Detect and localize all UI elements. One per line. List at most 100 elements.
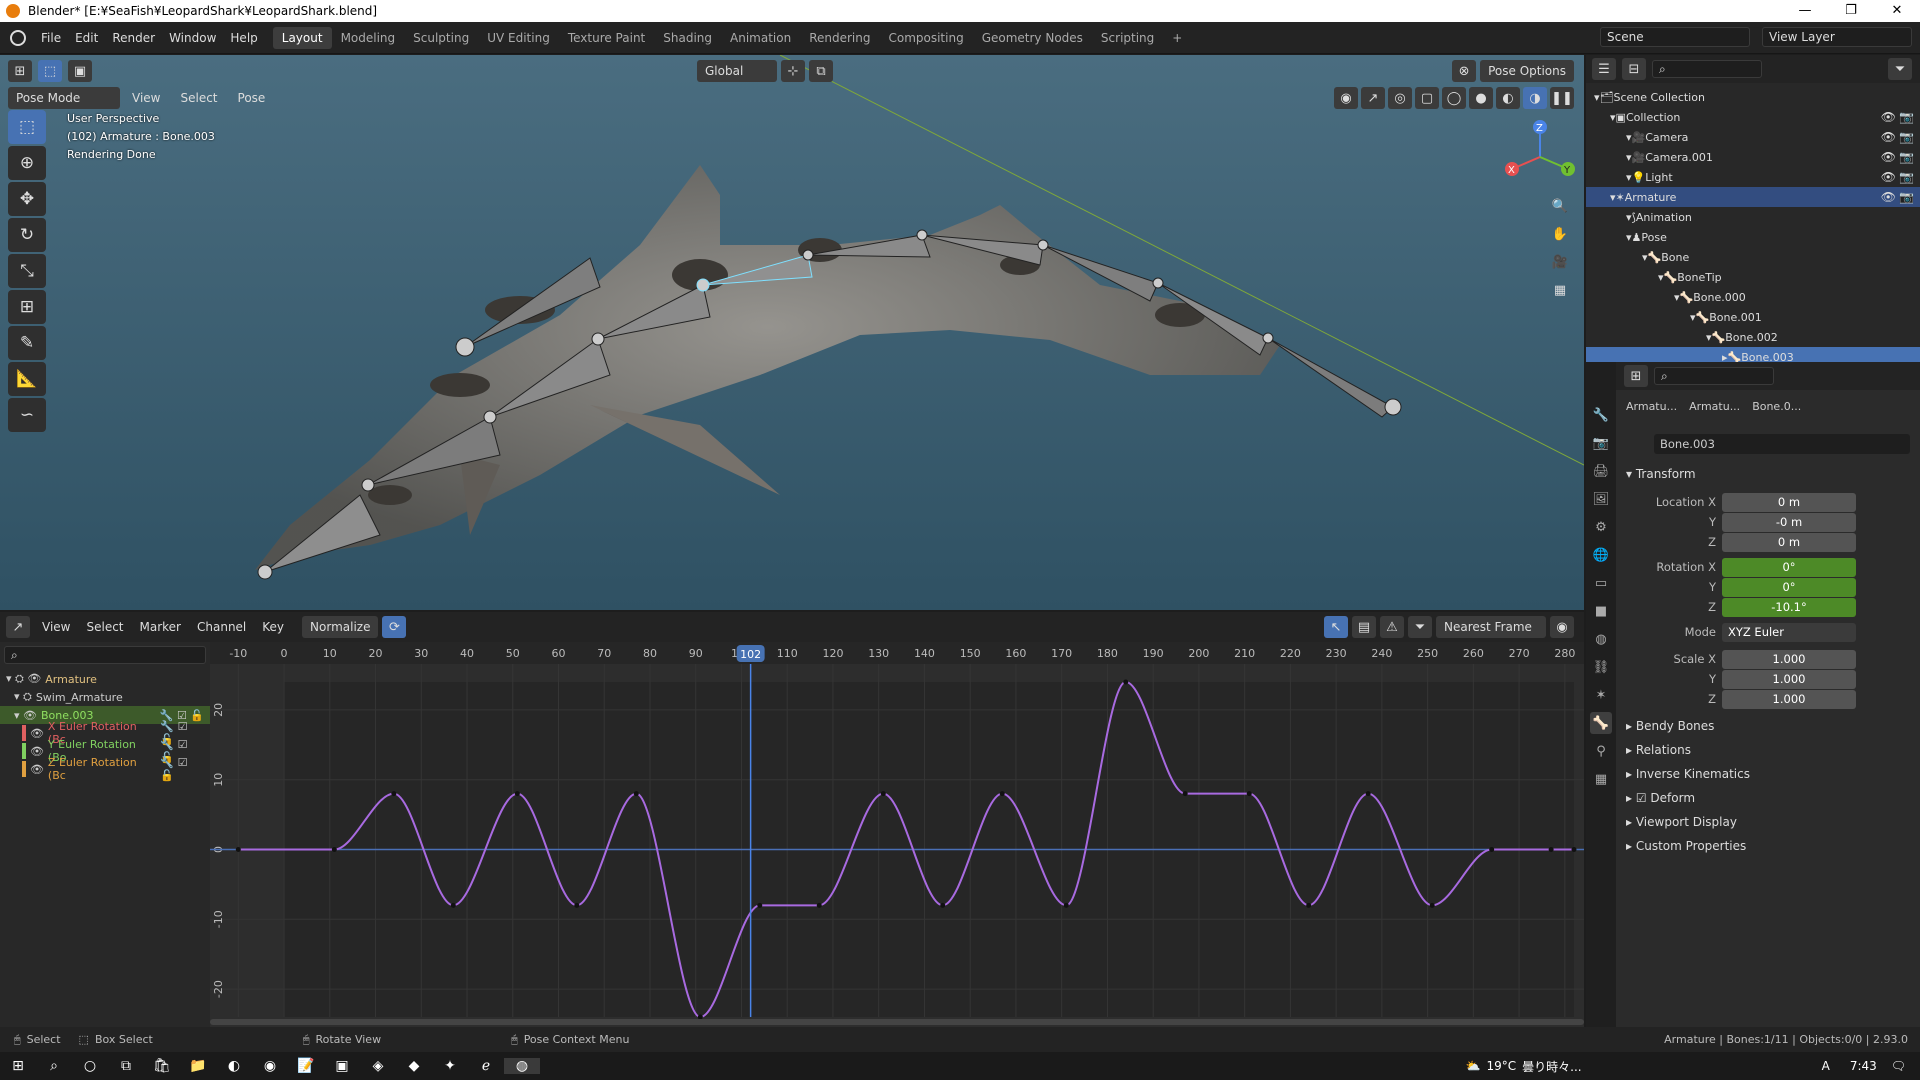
outliner-row-camera-001[interactable]: ▾ 🎥 Camera.001 👁 📷 [1586, 147, 1920, 167]
pause-icon[interactable]: ❚❚ [1550, 87, 1574, 109]
channel-toggle-icon[interactable]: 👁 [30, 727, 44, 740]
channel-row[interactable]: ▾ ⛭ Swim_Armature [0, 688, 210, 706]
visibility-eye-icon[interactable]: 👁 [1881, 190, 1896, 204]
graph-menu-channel[interactable]: Channel [189, 616, 254, 638]
solid-shading-icon[interactable]: ● [1469, 87, 1493, 109]
viewport-menu-view[interactable]: View [124, 87, 168, 109]
proportional-edit-icon[interactable]: ◉ [1550, 616, 1574, 638]
visibility-eye-icon[interactable]: 👁 [1881, 150, 1896, 164]
overlay-icon[interactable]: ◎ [1388, 87, 1412, 109]
3d-viewport[interactable]: ⊞ ⬚ ▣ Pose Mode View Select Pose Global … [0, 55, 1584, 610]
edge-icon[interactable]: ◐ [216, 1058, 252, 1074]
scene-tab-icon[interactable]: ⚙ [1590, 516, 1612, 538]
filter-icon[interactable]: ⏷ [1408, 616, 1432, 638]
file-explorer-icon[interactable]: 📁 [180, 1058, 216, 1074]
render-camera-icon[interactable]: 📷 [1899, 150, 1914, 164]
render-camera-icon[interactable]: 📷 [1899, 170, 1914, 184]
output-tab-icon[interactable]: 🖨 [1590, 460, 1612, 482]
rotation-mode-selector[interactable]: XYZ Euler [1722, 622, 1856, 642]
camera-view-icon[interactable]: 🎥 [1548, 251, 1572, 273]
outliner-row-bonetip[interactable]: ▾ 🦴 BoneTip [1586, 267, 1920, 287]
normalize-toggle[interactable]: Normalize [302, 616, 379, 638]
workspace-tab-shading[interactable]: Shading [654, 27, 721, 49]
scene-selector[interactable]: Scene [1600, 27, 1750, 47]
chrome-icon[interactable]: ◉ [252, 1058, 288, 1074]
outliner-row-collection[interactable]: ▾ ▣ Collection 👁 📷 [1586, 107, 1920, 127]
bone-tab-icon[interactable]: 🦴 [1590, 712, 1612, 734]
render-camera-icon[interactable]: 📷 [1899, 130, 1914, 144]
workspace-tab-modeling[interactable]: Modeling [332, 27, 405, 49]
visibility-eye-icon[interactable]: 👁 [1881, 170, 1896, 184]
scale-y-field[interactable]: 1.000 [1722, 669, 1856, 689]
rotation-y-field[interactable]: 0° [1722, 577, 1856, 597]
graph-menu-key[interactable]: Key [254, 616, 292, 638]
tool-tab-icon[interactable]: 🔧 [1590, 404, 1612, 426]
graph-menu-select[interactable]: Select [78, 616, 131, 638]
viewport-scene[interactable] [0, 55, 1584, 610]
panel-deform[interactable]: ▸ ☑ Deform [1626, 791, 1695, 805]
panel-bendy-bones[interactable]: ▸ Bendy Bones [1626, 719, 1714, 733]
transform-panel-header[interactable]: ▾ Transform [1626, 467, 1696, 481]
outliner-row-animation[interactable]: ▾ ⟆ Animation [1586, 207, 1920, 227]
view-layer-selector[interactable]: View Layer [1762, 27, 1912, 47]
graph-menu-marker[interactable]: Marker [132, 616, 189, 638]
rotation-z-field[interactable]: -10.1° [1722, 597, 1856, 617]
snap-mode-selector[interactable]: Nearest Frame [1436, 616, 1546, 638]
relax-tool-icon[interactable]: ∽ [8, 398, 46, 432]
location-y-field[interactable]: -0 m [1722, 512, 1856, 532]
store-icon[interactable]: 🛍 [144, 1058, 180, 1074]
transform-tool-icon[interactable]: ⊞ [8, 290, 46, 324]
outliner-row-bone[interactable]: ▾ 🦴 Bone [1586, 247, 1920, 267]
workspace-tab-geometry-nodes[interactable]: Geometry Nodes [973, 27, 1092, 49]
bone-constraint-tab-icon[interactable]: ⚲ [1590, 740, 1612, 762]
menu-help[interactable]: Help [223, 31, 264, 45]
panel-custom-properties[interactable]: ▸ Custom Properties [1626, 839, 1746, 853]
close-button[interactable]: ✕ [1874, 0, 1920, 22]
zoom-icon[interactable]: 🔍 [1548, 195, 1572, 217]
ime-indicator[interactable]: A [1822, 1059, 1830, 1073]
pose-options-button[interactable]: Pose Options [1480, 60, 1574, 82]
wireframe-shading-icon[interactable]: ◯ [1442, 87, 1466, 109]
outliner-row-bone-000[interactable]: ▾ 🦴 Bone.000 [1586, 287, 1920, 307]
bone-name-field[interactable]: Bone.003 [1654, 434, 1910, 454]
render-tab-icon[interactable]: 📷 [1590, 432, 1612, 454]
workspace-tab-layout[interactable]: Layout [272, 26, 332, 49]
measure-tool-icon[interactable]: 📐 [8, 362, 46, 396]
render-camera-icon[interactable]: 📷 [1899, 110, 1914, 124]
pan-hand-icon[interactable]: ✋ [1548, 223, 1572, 245]
show-hidden-icon[interactable]: ▤ [1352, 616, 1376, 638]
outliner-row-bone-001[interactable]: ▾ 🦴 Bone.001 [1586, 307, 1920, 327]
workspace-tab-rendering[interactable]: Rendering [800, 27, 879, 49]
unity-icon[interactable]: ◈ [360, 1058, 396, 1074]
channel-search-input[interactable]: ⌕ [4, 646, 206, 664]
visual-studio-icon[interactable]: ◆ [396, 1058, 432, 1074]
channel-toggle-icon[interactable]: ▾ 👁 [14, 709, 37, 722]
location-z-field[interactable]: 0 m [1722, 532, 1856, 552]
search-icon[interactable]: ⌕ [36, 1058, 72, 1074]
visibility-icon[interactable]: ◉ [1334, 87, 1358, 109]
weather-icon[interactable]: ⛅ [1466, 1059, 1481, 1073]
snap-icon[interactable]: ⧉ [809, 60, 833, 82]
workspace-tab-sculpting[interactable]: Sculpting [404, 27, 478, 49]
rendered-shading-icon[interactable]: ◑ [1523, 87, 1547, 109]
xray-icon[interactable]: ▢ [1415, 87, 1439, 109]
collection-tab-icon[interactable]: ▭ [1590, 572, 1612, 594]
ie-icon[interactable]: ℯ [468, 1058, 504, 1074]
graph-curve-area[interactable]: -100102030405060708090100110120130140150… [210, 642, 1584, 1027]
channel-row[interactable]: 👁 Z Euler Rotation (Bc 🔧 ☑ 🔓 [0, 756, 210, 782]
properties-search-input[interactable]: ⌕ [1654, 367, 1774, 385]
workspace-tab-uv-editing[interactable]: UV Editing [478, 27, 559, 49]
channel-modifier-icons[interactable]: 🔧 ☑ 🔓 [160, 756, 204, 782]
annotate-tool-icon[interactable]: ✎ [8, 326, 46, 360]
constraints-tab-icon[interactable]: ⛓ [1590, 656, 1612, 678]
menu-file[interactable]: File [34, 31, 68, 45]
material-shading-icon[interactable]: ◐ [1496, 87, 1520, 109]
app2-icon[interactable]: ✦ [432, 1058, 468, 1074]
physics-tab-icon[interactable]: ◍ [1590, 628, 1612, 650]
mode-selector[interactable]: Pose Mode [8, 87, 120, 109]
scale-tool-icon[interactable]: ⤡ [8, 254, 46, 288]
menu-render[interactable]: Render [105, 31, 162, 45]
armature-data-tab-icon[interactable]: ✶ [1590, 684, 1612, 706]
location-x-field[interactable]: 0 m [1722, 492, 1856, 512]
outliner-row-camera[interactable]: ▾ 🎥 Camera 👁 📷 [1586, 127, 1920, 147]
